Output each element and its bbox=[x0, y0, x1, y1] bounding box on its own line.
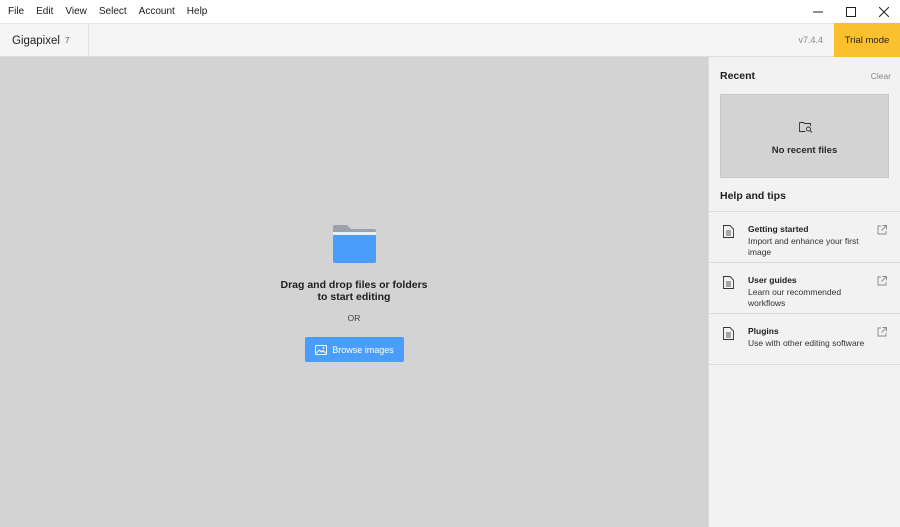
minimize-icon bbox=[812, 11, 823, 12]
folder-icon bbox=[333, 225, 376, 263]
menu-bar: File Edit View Select Account Help bbox=[0, 0, 900, 23]
menu-select[interactable]: Select bbox=[95, 0, 131, 23]
tip-title: Getting started bbox=[748, 224, 809, 234]
tip-description: Import and enhance your first image bbox=[748, 236, 859, 257]
external-link-icon bbox=[877, 327, 887, 337]
drop-zone[interactable]: Drag and drop files or folders to start … bbox=[0, 57, 708, 527]
tip-plugins[interactable]: Plugins Use with other editing software bbox=[709, 314, 900, 365]
recent-title: Recent bbox=[720, 70, 756, 82]
menu-account[interactable]: Account bbox=[135, 0, 179, 23]
external-link-icon bbox=[877, 225, 887, 235]
external-link-icon bbox=[877, 276, 887, 286]
window-controls bbox=[801, 0, 900, 23]
maximize-icon bbox=[845, 6, 856, 17]
tip-title: Plugins bbox=[748, 326, 779, 336]
no-recent-files-text: No recent files bbox=[771, 145, 838, 156]
close-button[interactable] bbox=[867, 0, 900, 23]
app-major-version: 7 bbox=[64, 36, 70, 45]
drop-instructions-line1: Drag and drop files or folders bbox=[280, 279, 428, 291]
or-separator: OR bbox=[347, 313, 361, 323]
recent-files-box: No recent files bbox=[720, 94, 889, 178]
document-icon bbox=[723, 276, 734, 289]
maximize-button[interactable] bbox=[834, 0, 867, 23]
menu-help[interactable]: Help bbox=[183, 0, 212, 23]
menu-view[interactable]: View bbox=[61, 0, 91, 23]
folder-search-icon bbox=[799, 122, 813, 133]
menu-edit[interactable]: Edit bbox=[32, 0, 57, 23]
browse-images-label: Browse images bbox=[332, 344, 394, 355]
document-icon bbox=[723, 327, 734, 340]
version-label: v7.4.4 bbox=[798, 35, 823, 45]
help-tips-title: Help and tips bbox=[720, 190, 786, 202]
browse-images-button[interactable]: Browse images bbox=[305, 337, 404, 362]
side-panel: Recent Clear No recent files Help and ti… bbox=[708, 57, 900, 527]
app-title: Gigapixel 7 bbox=[0, 24, 89, 57]
tip-description: Learn our recommended workflows bbox=[748, 287, 842, 308]
drop-instructions-line2: to start editing bbox=[317, 291, 391, 303]
minimize-button[interactable] bbox=[801, 0, 834, 23]
image-icon bbox=[315, 344, 328, 355]
menu-file[interactable]: File bbox=[4, 0, 28, 23]
clear-recent-button[interactable]: Clear bbox=[871, 71, 891, 81]
tip-getting-started[interactable]: Getting started Import and enhance your … bbox=[709, 212, 900, 263]
close-icon bbox=[878, 6, 889, 17]
tip-user-guides[interactable]: User guides Learn our recommended workfl… bbox=[709, 263, 900, 314]
help-tips-list: Getting started Import and enhance your … bbox=[709, 211, 900, 365]
app-name: Gigapixel bbox=[12, 34, 60, 47]
document-icon bbox=[723, 225, 734, 238]
tip-description: Use with other editing software bbox=[748, 338, 865, 348]
app-header: Gigapixel 7 v7.4.4 Trial mode bbox=[0, 23, 900, 57]
tip-title: User guides bbox=[748, 275, 797, 285]
trial-mode-button[interactable]: Trial mode bbox=[834, 23, 900, 57]
